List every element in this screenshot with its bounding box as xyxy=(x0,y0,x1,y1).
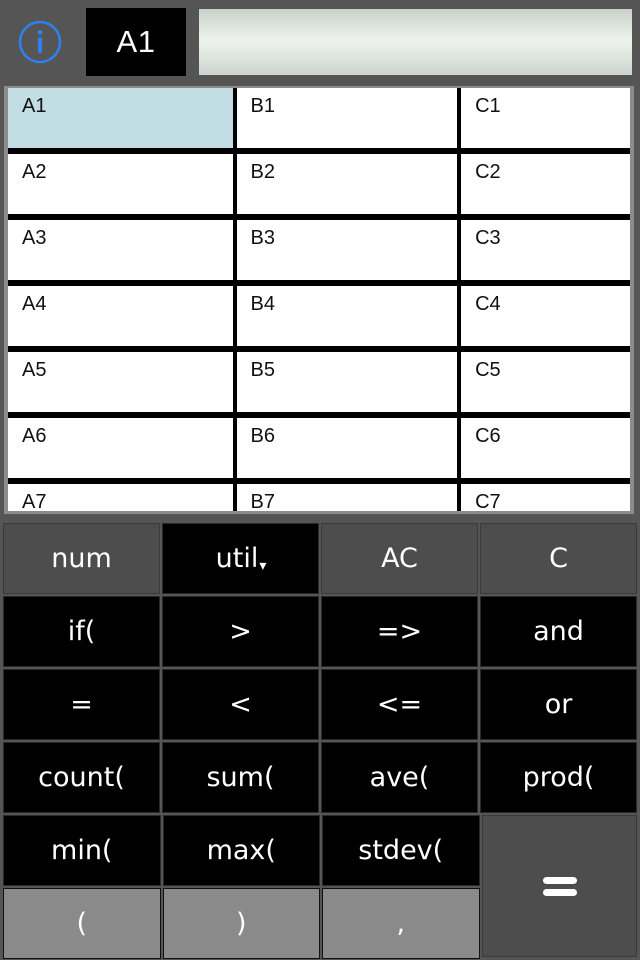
cell-B6[interactable]: B6 xyxy=(236,418,458,478)
chevron-down-icon: ▾ xyxy=(259,557,267,574)
key-max[interactable]: max( xyxy=(162,815,320,886)
cell-A7[interactable]: A7 xyxy=(8,484,233,511)
cell-A2[interactable]: A2 xyxy=(8,154,233,214)
keypad-row: = < <= or xyxy=(0,669,640,740)
cell-A1[interactable]: A1 xyxy=(8,88,233,148)
cell-C7[interactable]: C7 xyxy=(461,484,630,511)
key-label: AC xyxy=(381,543,418,574)
key-or[interactable]: or xyxy=(480,669,637,740)
cell-C5[interactable]: C5 xyxy=(461,352,630,412)
key-num[interactable]: num xyxy=(3,523,160,594)
key-prod[interactable]: prod( xyxy=(480,742,637,813)
key-label: > xyxy=(229,616,252,647)
key-less-equal[interactable]: <= xyxy=(321,669,478,740)
key-and[interactable]: and xyxy=(480,596,637,667)
cell-B2[interactable]: B2 xyxy=(236,154,458,214)
keypad: num util ▾ AC Cif( > => and = < <= or count( sum( ave(… xyxy=(0,523,640,960)
cell-B7[interactable]: B7 xyxy=(236,484,458,511)
key-less-than[interactable]: < xyxy=(162,669,319,740)
key-label: ave( xyxy=(369,762,430,793)
cell-C3[interactable]: C3 xyxy=(461,220,630,280)
cell-B5[interactable]: B5 xyxy=(236,352,458,412)
spreadsheet-row: A3 B3 C3 xyxy=(8,220,630,286)
key-label: C xyxy=(549,543,568,574)
key-c[interactable]: C xyxy=(480,523,637,594)
key-min[interactable]: min( xyxy=(3,815,161,886)
key-label: sum( xyxy=(206,762,275,793)
key-count[interactable]: count( xyxy=(3,742,160,813)
spreadsheet-row: A2 B2 C2 xyxy=(8,154,630,220)
key-label: => xyxy=(376,616,423,647)
key-label: ( xyxy=(76,908,88,939)
cell-A4[interactable]: A4 xyxy=(8,286,233,346)
key-label: < xyxy=(229,689,252,720)
key-label: = xyxy=(70,689,93,720)
key-label: or xyxy=(544,689,573,720)
cell-reference-display[interactable]: A1 xyxy=(86,8,186,76)
keypad-row: count( sum( ave( prod( xyxy=(0,742,640,813)
key-label: max( xyxy=(206,835,276,866)
spreadsheet-row: A6 B6 C6 xyxy=(8,418,630,484)
cell-A3[interactable]: A3 xyxy=(8,220,233,280)
key-label: prod( xyxy=(522,762,595,793)
calculator-spreadsheet-app: A1 A1 B1 C1 A2 B2 C2 A3 B3 C3 A4 B4 C4 A5 B5 C5 A6 B6 C6 A… xyxy=(0,0,640,960)
info-circle-icon[interactable] xyxy=(16,18,64,66)
key-label: and xyxy=(533,616,584,647)
key-if[interactable]: if( xyxy=(3,596,160,667)
key-label: if( xyxy=(67,616,96,647)
key-label: util xyxy=(215,543,259,574)
key-comma[interactable]: , xyxy=(322,888,480,959)
key-ave[interactable]: ave( xyxy=(321,742,478,813)
key-open-paren[interactable]: ( xyxy=(3,888,161,959)
spreadsheet-grid[interactable]: A1 B1 C1 A2 B2 C2 A3 B3 C3 A4 B4 C4 A5 B5 C5 A6 B6 C6 A7 B7… xyxy=(4,86,634,514)
key-stdev[interactable]: stdev( xyxy=(322,815,480,886)
key-label: num xyxy=(51,543,112,574)
key-label: count( xyxy=(38,762,125,793)
key-equals-enter[interactable] xyxy=(482,815,637,957)
cell-C1[interactable]: C1 xyxy=(461,88,630,148)
spreadsheet-rows: A1 B1 C1 A2 B2 C2 A3 B3 C3 A4 B4 C4 A5 B5 C5 A6 B6 C6 A7 B7… xyxy=(8,88,630,511)
cell-B1[interactable]: B1 xyxy=(236,88,458,148)
cell-C4[interactable]: C4 xyxy=(461,286,630,346)
spreadsheet-row: A4 B4 C4 xyxy=(8,286,630,352)
keypad-row: num util ▾ AC C xyxy=(0,523,640,594)
key-label: min( xyxy=(51,835,113,866)
cell-A6[interactable]: A6 xyxy=(8,418,233,478)
formula-input[interactable] xyxy=(199,9,632,75)
cell-B4[interactable]: B4 xyxy=(236,286,458,346)
cell-A5[interactable]: A5 xyxy=(8,352,233,412)
spreadsheet-row: A7 B7 C7 xyxy=(8,484,630,511)
key-greater-than[interactable]: > xyxy=(162,596,319,667)
key-equals-compare[interactable]: = xyxy=(3,669,160,740)
key-close-paren[interactable]: ) xyxy=(162,888,320,959)
key-greater-equal[interactable]: => xyxy=(321,596,478,667)
key-label: stdev( xyxy=(358,835,444,866)
keypad-row: if( > => and xyxy=(0,596,640,667)
top-bar: A1 xyxy=(0,0,640,84)
equals-glyph-icon xyxy=(542,872,577,901)
key-ac[interactable]: AC xyxy=(321,523,478,594)
cell-C6[interactable]: C6 xyxy=(461,418,630,478)
cell-B3[interactable]: B3 xyxy=(236,220,458,280)
key-sum[interactable]: sum( xyxy=(162,742,319,813)
spreadsheet-row: A5 B5 C5 xyxy=(8,352,630,418)
spreadsheet-row: A1 B1 C1 xyxy=(8,88,630,154)
key-label: , xyxy=(396,908,406,939)
key-label: ) xyxy=(235,908,247,939)
key-label: <= xyxy=(376,689,423,720)
cell-C2[interactable]: C2 xyxy=(461,154,630,214)
key-util[interactable]: util ▾ xyxy=(162,523,319,594)
